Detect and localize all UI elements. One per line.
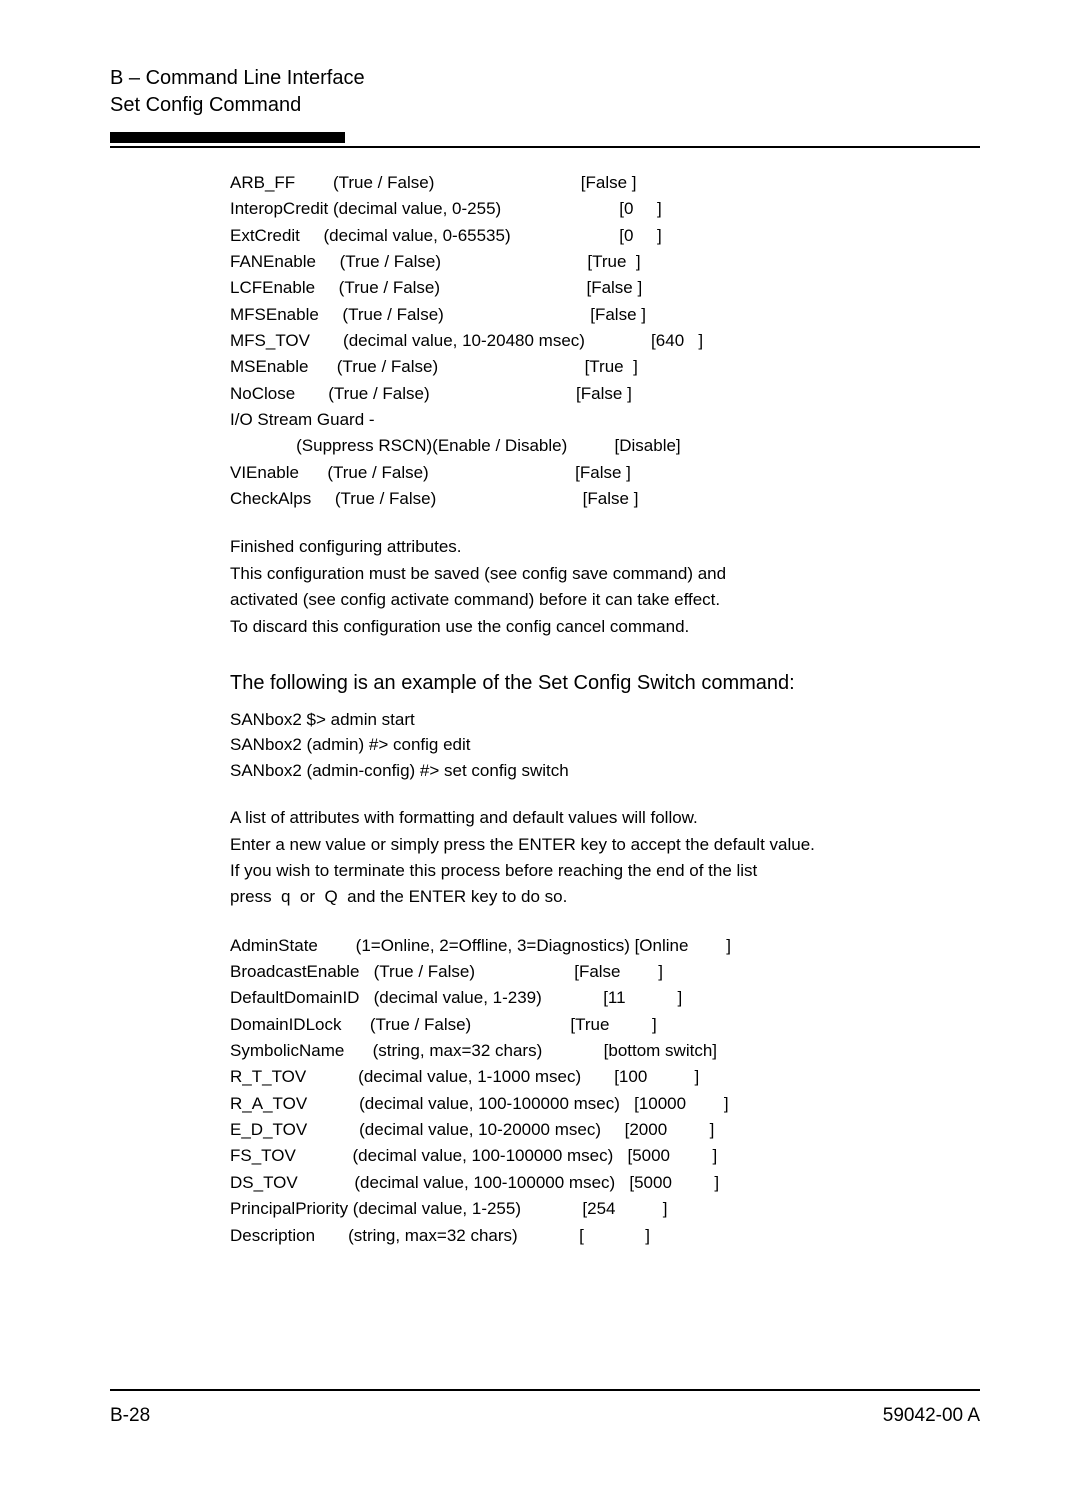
config-notes-1: Finished configuring attributes.This con… (230, 534, 980, 639)
command-line: SANbox2 (admin-config) #> set config swi… (230, 758, 980, 784)
attribute-row: R_T_TOV (decimal value, 1-1000 msec) [10… (230, 1064, 980, 1090)
footer-rule (110, 1389, 980, 1391)
attribute-row: NoClose (True / False) [False ] (230, 381, 980, 407)
header-line-2: Set Config Command (110, 92, 980, 119)
attribute-row: VIEnable (True / False) [False ] (230, 460, 980, 486)
attribute-row: MFS_TOV (decimal value, 10-20480 msec) [… (230, 328, 980, 354)
attribute-row: DefaultDomainID (decimal value, 1-239) [… (230, 985, 980, 1011)
attribute-row: DS_TOV (decimal value, 100-100000 msec) … (230, 1170, 980, 1196)
attribute-row: LCFEnable (True / False) [False ] (230, 275, 980, 301)
command-lines: SANbox2 $> admin startSANbox2 (admin) #>… (230, 707, 980, 784)
command-line: SANbox2 (admin) #> config edit (230, 732, 980, 758)
attribute-row: BroadcastEnable (True / False) [False ] (230, 959, 980, 985)
page-header: B – Command Line Interface Set Config Co… (110, 65, 980, 119)
footer-page-number: B-28 (110, 1405, 150, 1427)
attribute-row: E_D_TOV (decimal value, 10-20000 msec) [… (230, 1117, 980, 1143)
attribute-list-1: ARB_FF (True / False) [False ]InteropCre… (230, 170, 980, 512)
config-notes-2: A list of attributes with formatting and… (230, 805, 980, 910)
attribute-row: FANEnable (True / False) [True ] (230, 249, 980, 275)
attribute-row: PrincipalPriority (decimal value, 1-255)… (230, 1196, 980, 1222)
attribute-row: R_A_TOV (decimal value, 100-100000 msec)… (230, 1091, 980, 1117)
header-rule (110, 129, 980, 148)
note-line: Finished configuring attributes. (230, 534, 980, 560)
section-heading: The following is an example of the Set C… (230, 668, 980, 699)
attribute-row: DomainIDLock (True / False) [True ] (230, 1012, 980, 1038)
attribute-row: FS_TOV (decimal value, 100-100000 msec) … (230, 1143, 980, 1169)
note-line: Enter a new value or simply press the EN… (230, 832, 980, 858)
footer-doc-id: 59042-00 A (883, 1405, 980, 1427)
note-line: activated (see config activate command) … (230, 587, 980, 613)
header-line-1: B – Command Line Interface (110, 65, 980, 92)
attribute-row: MFSEnable (True / False) [False ] (230, 302, 980, 328)
attribute-row: AdminState (1=Online, 2=Offline, 3=Diagn… (230, 933, 980, 959)
attribute-row: I/O Stream Guard - (230, 407, 980, 433)
note-line: This configuration must be saved (see co… (230, 561, 980, 587)
attribute-list-2: AdminState (1=Online, 2=Offline, 3=Diagn… (230, 933, 980, 1249)
attribute-row: ARB_FF (True / False) [False ] (230, 170, 980, 196)
attribute-row: (Suppress RSCN)(Enable / Disable) [Disab… (230, 433, 980, 459)
command-line: SANbox2 $> admin start (230, 707, 980, 733)
note-line: To discard this configuration use the co… (230, 614, 980, 640)
attribute-row: Description (string, max=32 chars) [ ] (230, 1223, 980, 1249)
note-line: press q or Q and the ENTER key to do so. (230, 884, 980, 910)
note-line: If you wish to terminate this process be… (230, 858, 980, 884)
attribute-row: MSEnable (True / False) [True ] (230, 354, 980, 380)
attribute-row: CheckAlps (True / False) [False ] (230, 486, 980, 512)
attribute-row: SymbolicName (string, max=32 chars) [bot… (230, 1038, 980, 1064)
page-footer: B-28 59042-00 A (110, 1405, 980, 1457)
attribute-row: InteropCredit (decimal value, 0-255) [0 … (230, 196, 980, 222)
attribute-row: ExtCredit (decimal value, 0-65535) [0 ] (230, 223, 980, 249)
note-line: A list of attributes with formatting and… (230, 805, 980, 831)
